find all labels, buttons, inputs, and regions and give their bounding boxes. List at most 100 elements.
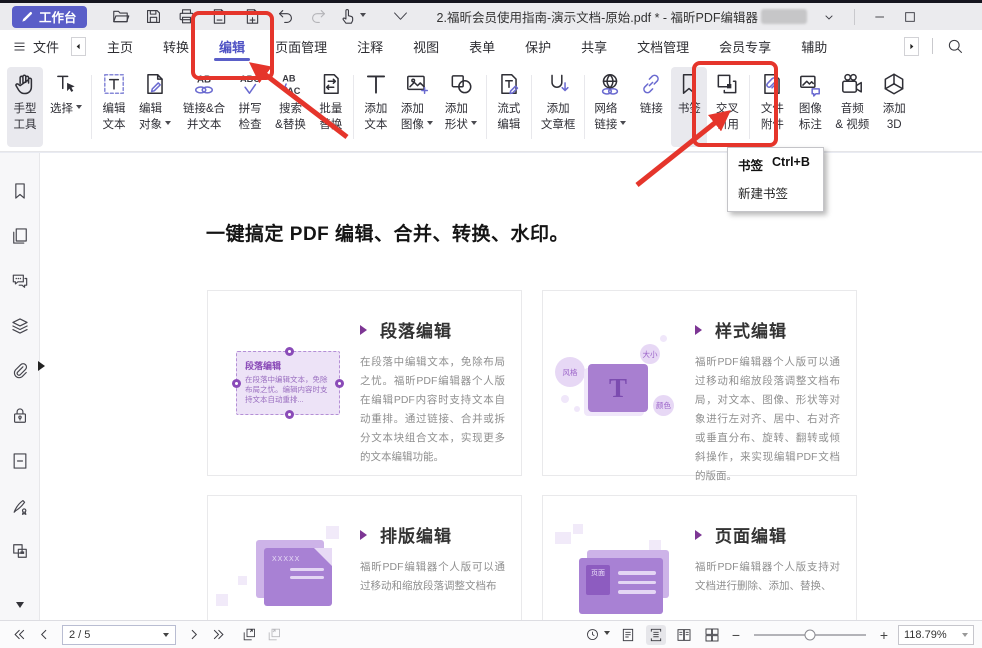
tab-comment[interactable]: 注释 xyxy=(342,30,398,62)
triangle-right-icon xyxy=(907,42,916,51)
search-replace[interactable]: ABAC 搜索 &替换 xyxy=(270,67,311,147)
auto-scroll-button[interactable] xyxy=(585,627,600,642)
collapse-toolbar-button[interactable] xyxy=(389,5,413,29)
page-navigation: 2 / 5 xyxy=(12,625,282,645)
add-image[interactable]: 添加 图像 xyxy=(396,67,438,147)
panel-bookmarks[interactable] xyxy=(10,181,30,201)
zoom-in-button[interactable]: + xyxy=(878,627,890,643)
triangle-bullet-icon xyxy=(360,325,372,335)
tab-member[interactable]: 会员专享 xyxy=(704,30,786,62)
illustration-text: 在段落中编辑文本，免除布局之忧。编辑内容时支持文本自动重排... xyxy=(245,375,331,405)
first-page-button[interactable] xyxy=(12,627,27,642)
zoom-out-button[interactable]: − xyxy=(730,627,742,643)
card-body: 在段落中编辑文本，免除布局之忧。福昕PDF编辑器个人版在编辑PDF内容时支持文本… xyxy=(360,353,505,467)
user-account-area[interactable] xyxy=(761,9,807,24)
add-text[interactable]: 添加 文本 xyxy=(358,67,394,147)
panel-fields[interactable] xyxy=(10,541,30,561)
flow-edit[interactable]: 流式 编辑 xyxy=(491,67,527,147)
tab-doc-manage[interactable]: 文档管理 xyxy=(622,30,704,62)
scroll-tabs-left-button[interactable] xyxy=(71,37,86,56)
continuous-facing-view-button[interactable] xyxy=(702,625,722,645)
zoom-slider-knob[interactable] xyxy=(805,629,816,640)
hand-pointer-icon xyxy=(338,7,357,26)
audio-video[interactable]: 音频 & 视频 xyxy=(830,67,874,147)
new-bookmark-menu-item[interactable]: 新建书签 xyxy=(738,183,813,202)
add-shapes[interactable]: 添加 形状 xyxy=(440,67,482,147)
tab-share[interactable]: 共享 xyxy=(566,30,622,62)
web-link-icon xyxy=(597,69,623,99)
hand-quick-button[interactable] xyxy=(340,5,364,29)
redo-button[interactable] xyxy=(307,5,331,29)
page-number-box[interactable]: 2 / 5 xyxy=(62,625,176,645)
s-layers-icon xyxy=(10,316,30,336)
print-button[interactable] xyxy=(175,5,199,29)
next-view-button[interactable] xyxy=(267,627,282,642)
divider xyxy=(932,38,933,54)
batch-replace[interactable]: 批量 替换 xyxy=(313,67,349,147)
previous-view-button[interactable] xyxy=(242,627,257,642)
last-page-button[interactable] xyxy=(211,627,226,642)
dropdown-arrow-icon[interactable] xyxy=(604,631,610,638)
panel-pages[interactable] xyxy=(10,226,30,246)
tab-edit[interactable]: 编辑 xyxy=(204,30,260,62)
tab-home[interactable]: 主页 xyxy=(92,30,148,62)
sidebar-more-icon[interactable] xyxy=(16,602,24,612)
add-article-box[interactable]: 添加 文章框 xyxy=(536,67,581,147)
continuous-view-button[interactable] xyxy=(646,625,666,645)
file-menu[interactable]: 文件 xyxy=(0,37,67,56)
add-3d-icon xyxy=(881,69,907,99)
s-clip-icon xyxy=(10,361,30,381)
previous-page-button[interactable] xyxy=(37,627,52,642)
undo-button[interactable] xyxy=(274,5,298,29)
tab-protect[interactable]: 保护 xyxy=(510,30,566,62)
link[interactable]: 链接 xyxy=(633,67,669,147)
edit-object[interactable]: 编辑 对象 xyxy=(134,67,176,147)
search-icon[interactable] xyxy=(946,37,964,55)
panel-attachments[interactable] xyxy=(10,361,30,381)
delete-pages-button[interactable] xyxy=(208,5,232,29)
workspace-button[interactable]: 工作台 xyxy=(12,6,87,28)
sidebar-expand-handle[interactable] xyxy=(38,361,50,371)
sidebar-panel-buttons xyxy=(10,181,30,561)
panel-security[interactable] xyxy=(10,406,30,426)
account-chevron-down-icon[interactable] xyxy=(821,9,837,25)
cross-reference[interactable]: 交叉 引用 xyxy=(709,67,745,147)
tab-assist[interactable]: 辅助 xyxy=(786,30,842,62)
hand-tool[interactable]: 手型 工具 xyxy=(7,67,43,147)
tab-convert[interactable]: 转换 xyxy=(148,30,204,62)
facing-view-button[interactable] xyxy=(674,625,694,645)
save-button[interactable] xyxy=(142,5,166,29)
single-page-view-button[interactable] xyxy=(618,625,638,645)
panel-layers[interactable] xyxy=(10,316,30,336)
zoom-slider[interactable] xyxy=(754,634,866,636)
file-attachment[interactable]: 文件 附件 xyxy=(754,67,790,147)
tab-view[interactable]: 视图 xyxy=(398,30,454,62)
web-links[interactable]: 网络 链接 xyxy=(589,67,631,147)
open-file-button[interactable] xyxy=(109,5,133,29)
page-plus-icon xyxy=(243,7,262,26)
image-annotation[interactable]: 图像 标注 xyxy=(792,67,828,147)
tab-form[interactable]: 表单 xyxy=(454,30,510,62)
select-tool[interactable]: 选择 xyxy=(45,67,87,147)
next-page-button[interactable] xyxy=(186,627,201,642)
minimize-button[interactable] xyxy=(872,9,888,25)
link-merge-text[interactable]: AB 链接&合 并文本 xyxy=(178,67,230,147)
scroll-tabs-right-button[interactable] xyxy=(904,37,919,56)
panel-comments[interactable] xyxy=(10,271,30,291)
spell-check[interactable]: ABC 拼写 检查 xyxy=(232,67,268,147)
add-3d[interactable]: 添加 3D xyxy=(876,67,912,147)
maximize-button[interactable] xyxy=(902,9,918,25)
tab-page-manage[interactable]: 页面管理 xyxy=(260,30,342,62)
select-icon xyxy=(53,69,79,99)
edit-text[interactable]: 编辑 文本 xyxy=(96,67,132,147)
panel-signatures[interactable] xyxy=(10,496,30,516)
panel-destinations[interactable] xyxy=(10,451,30,471)
feature-card-layout-edit: XXXXX 排版编辑 福昕PDF编辑器个人版可以通过移动和缩放段落调整文档布 xyxy=(207,495,522,620)
dropdown-arrow-icon xyxy=(427,121,433,128)
insert-pages-button[interactable] xyxy=(241,5,265,29)
audio-video-icon xyxy=(839,69,865,99)
bookmark[interactable]: 书签 xyxy=(671,67,707,147)
zoom-level-box[interactable]: 118.79% xyxy=(898,625,974,645)
main-area: 一键搞定 PDF 编辑、合并、转换、水印。 段落编辑 在段落中编辑文本，免除布局… xyxy=(0,153,982,620)
dropdown-arrow-icon xyxy=(620,121,626,128)
